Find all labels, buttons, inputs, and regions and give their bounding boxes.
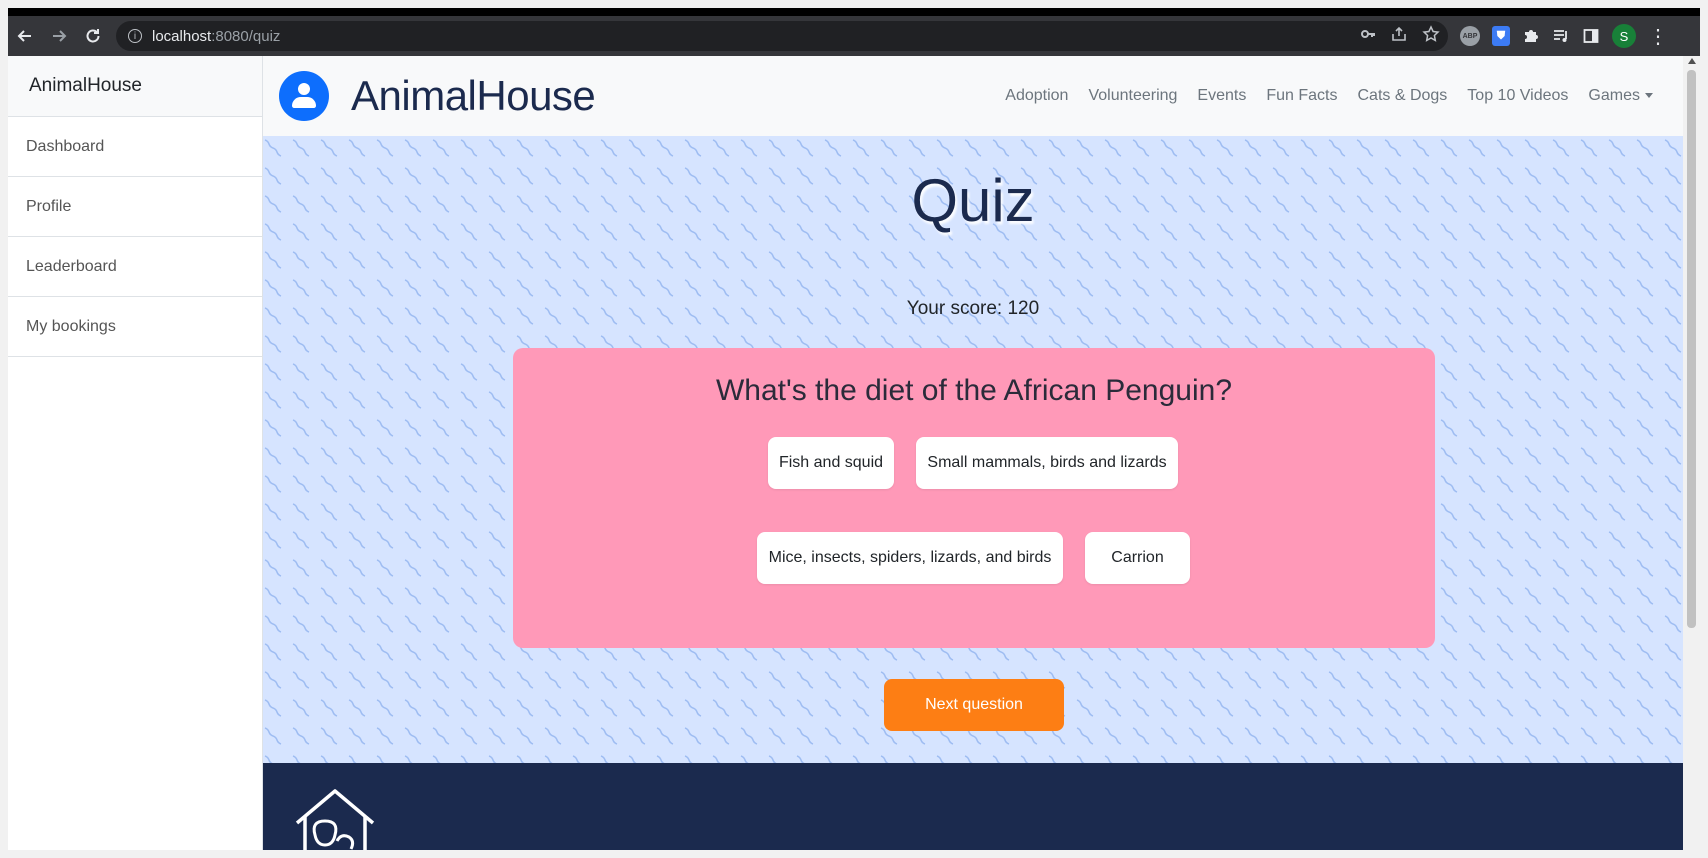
main-content: AnimalHouse Adoption Volunteering Events… [263,56,1683,850]
reload-icon[interactable] [76,19,110,53]
adblock-icon[interactable]: ABP [1460,26,1480,46]
sidebar-item-dashboard[interactable]: Dashboard [8,117,262,177]
footer [263,763,1683,850]
url-path: :8080/quiz [211,27,281,45]
sidebar-item-leaderboard[interactable]: Leaderboard [8,237,262,297]
nav-link-adoption[interactable]: Adoption [1005,87,1068,105]
scroll-up-arrow-icon[interactable] [1688,58,1696,64]
sidebar: AnimalHouse Dashboard Profile Leaderboar… [8,56,263,850]
address-bar[interactable]: i localhost:8080/quiz [116,21,1448,51]
window-top [0,0,1708,8]
share-icon[interactable] [1390,25,1408,48]
reading-list-icon[interactable] [1552,27,1570,45]
profile-avatar[interactable]: S [1612,24,1636,48]
answer-button[interactable]: Carrion [1085,532,1190,584]
page-scrollbar[interactable] [1683,56,1700,850]
page-title: Quiz [911,167,1035,234]
browser-toolbar: i localhost:8080/quiz ABP ⛊ S ⋮ [8,16,1700,56]
nav-dropdown-games[interactable]: Games [1588,87,1653,105]
brand-title[interactable]: AnimalHouse [351,72,596,120]
score-text: Your score: 120 [906,298,1040,319]
arrow-right-icon[interactable] [42,19,76,53]
sidebar-item-my-bookings[interactable]: My bookings [8,297,262,357]
star-icon[interactable] [1422,24,1440,48]
user-avatar-icon[interactable] [279,71,329,121]
page-viewport: AnimalHouse Dashboard Profile Leaderboar… [8,56,1700,850]
answer-button[interactable]: Fish and squid [768,437,894,489]
next-question-button[interactable]: Next question [884,679,1064,731]
nav-link-top-10-videos[interactable]: Top 10 Videos [1467,87,1568,105]
sidebar-title[interactable]: AnimalHouse [8,56,262,117]
info-icon[interactable]: i [128,29,142,43]
tab-strip [8,8,1700,16]
key-icon[interactable] [1360,26,1376,47]
side-panel-icon[interactable] [1582,27,1600,45]
bitwarden-icon[interactable]: ⛊ [1492,26,1510,46]
url-host: localhost [152,27,212,45]
quiz-section: Quiz Your score: 120 What's the diet of … [263,136,1683,763]
nav-link-fun-facts[interactable]: Fun Facts [1266,87,1337,105]
question-card: What's the diet of the African Penguin? … [513,348,1435,648]
puzzle-icon[interactable] [1522,27,1540,45]
question-text: What's the diet of the African Penguin? [715,374,1233,407]
top-navbar: AnimalHouse Adoption Volunteering Events… [263,56,1683,136]
caret-down-icon [1645,93,1653,99]
scrollbar-thumb[interactable] [1687,70,1696,628]
sidebar-item-profile[interactable]: Profile [8,177,262,237]
nav-links: Adoption Volunteering Events Fun Facts C… [1005,56,1653,136]
arrow-left-icon[interactable] [8,19,42,53]
answer-button[interactable]: Small mammals, birds and lizards [916,437,1178,489]
nav-link-events[interactable]: Events [1197,87,1246,105]
doghouse-icon [295,789,375,850]
nav-link-volunteering[interactable]: Volunteering [1088,87,1177,105]
answer-button[interactable]: Mice, insects, spiders, lizards, and bir… [757,532,1063,584]
nav-link-cats-dogs[interactable]: Cats & Dogs [1357,87,1447,105]
more-menu-icon[interactable]: ⋮ [1648,24,1668,49]
games-label: Games [1588,87,1640,104]
